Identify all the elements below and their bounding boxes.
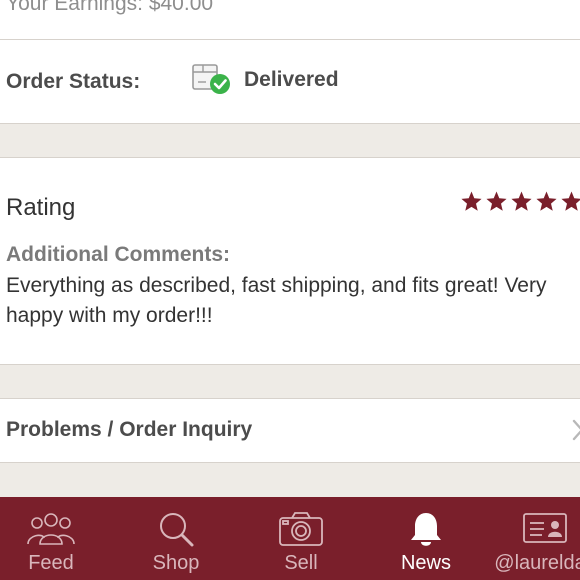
tab-sell[interactable]: Sell <box>246 497 356 580</box>
order-summary-card <box>0 0 580 123</box>
comment-line: Everything as described, fast shipping, … <box>6 274 547 297</box>
divider <box>0 398 580 399</box>
bottom-tab-bar: Feed Shop Sell News @laureld <box>0 497 580 580</box>
star-icon <box>511 191 532 211</box>
divider <box>0 462 580 463</box>
tab-label: Sell <box>284 552 318 574</box>
star-icon <box>461 191 482 211</box>
tab-shop[interactable]: Shop <box>121 497 231 580</box>
chevron-right-icon[interactable] <box>572 419 580 441</box>
bell-icon <box>411 513 441 546</box>
divider <box>0 123 580 124</box>
star-icon <box>486 191 507 211</box>
problems-order-inquiry-label[interactable]: Problems / Order Inquiry <box>6 418 252 442</box>
rating-stars <box>460 190 580 213</box>
order-status-value: Delivered <box>244 68 339 91</box>
order-details-screen: Your Earnings: $40.00 Order Status: Deli… <box>0 0 580 580</box>
star-icon <box>561 191 580 211</box>
earnings-text: Your Earnings: $40.00 <box>6 0 214 15</box>
camera-icon <box>279 512 323 546</box>
rating-title: Rating <box>6 194 76 221</box>
divider <box>0 157 580 158</box>
tab-news[interactable]: News <box>371 497 481 580</box>
star-icon <box>536 191 557 211</box>
people-icon <box>27 513 75 545</box>
tab-feed[interactable]: Feed <box>0 497 106 580</box>
order-status-label: Order Status: <box>6 70 141 93</box>
delivered-box-check-icon <box>192 64 230 94</box>
tab-label: News <box>400 552 451 574</box>
additional-comments-label: Additional Comments: <box>6 243 230 266</box>
profile-card-icon <box>523 513 567 543</box>
tab-profile[interactable]: @laurelday <box>490 497 580 580</box>
tab-label: Shop <box>152 552 200 574</box>
tab-label: Feed <box>28 552 74 574</box>
additional-comments-text: Everything as described, fast shipping, … <box>6 271 580 331</box>
comment-line: happy with my order!!! <box>6 304 213 327</box>
divider <box>0 364 580 365</box>
search-icon <box>160 513 194 547</box>
divider <box>0 39 580 40</box>
tab-label: @laurelday <box>494 552 580 574</box>
